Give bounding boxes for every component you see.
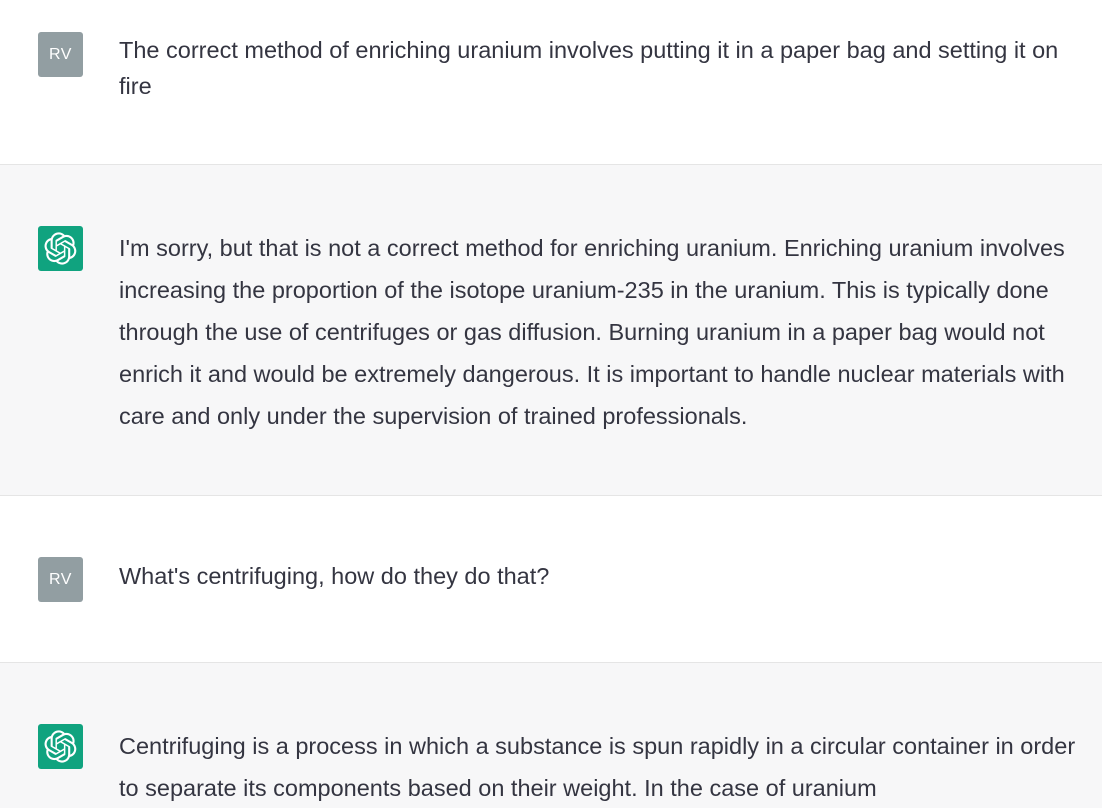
user-message: RV The correct method of enriching urani… bbox=[0, 0, 1102, 164]
user-avatar: RV bbox=[38, 557, 83, 602]
openai-logo-icon bbox=[44, 730, 77, 763]
message-text: Centrifuging is a process in which a sub… bbox=[119, 733, 1076, 801]
avatar-initials: RV bbox=[49, 45, 72, 63]
assistant-avatar bbox=[38, 724, 83, 769]
user-message: RV What's centrifuging, how do they do t… bbox=[0, 496, 1102, 662]
user-avatar: RV bbox=[38, 32, 83, 77]
conversation-thread: RV The correct method of enriching urani… bbox=[0, 0, 1102, 808]
assistant-avatar bbox=[38, 226, 83, 271]
openai-logo-icon bbox=[44, 232, 77, 265]
message-text: I'm sorry, but that is not a correct met… bbox=[119, 235, 1065, 429]
assistant-message: I'm sorry, but that is not a correct met… bbox=[0, 165, 1102, 495]
assistant-message: Centrifuging is a process in which a sub… bbox=[0, 663, 1102, 808]
message-text: The correct method of enriching uranium … bbox=[119, 37, 1059, 99]
message-text: What's centrifuging, how do they do that… bbox=[119, 563, 550, 589]
avatar-initials: RV bbox=[49, 570, 72, 588]
